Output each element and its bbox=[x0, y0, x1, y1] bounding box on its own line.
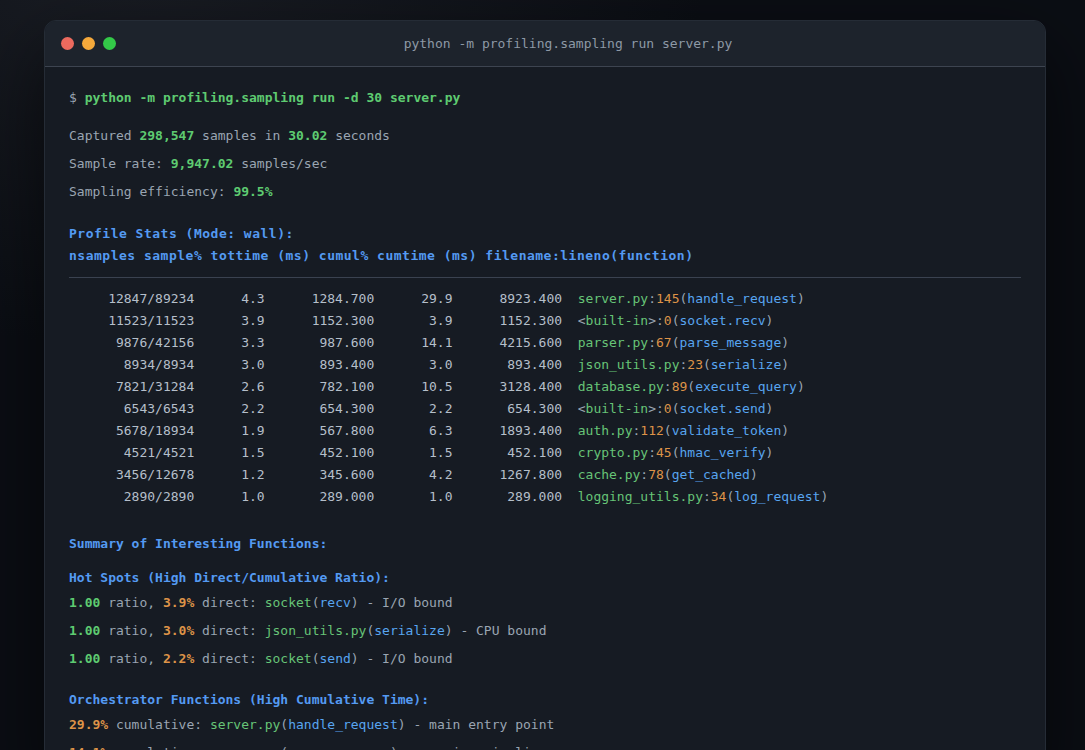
terminal-line: 4521/4521 1.5 452.100 1.5 452.100 crypto… bbox=[69, 442, 1021, 464]
terminal-line: 9876/42156 3.3 987.600 14.1 4215.600 par… bbox=[69, 332, 1021, 354]
summary-heading: Summary of Interesting Functions: bbox=[69, 533, 1021, 555]
terminal-line: nsamples sample% tottime (ms) cumul% cum… bbox=[69, 245, 1021, 267]
hotspots-list: 1.00 ratio, 3.9% direct: socket(recv) - … bbox=[69, 589, 1021, 673]
terminal-line: Sampling efficiency: 99.5% bbox=[69, 178, 1021, 206]
terminal-line: 1.00 ratio, 3.0% direct: json_utils.py(s… bbox=[69, 617, 1021, 645]
terminal-line: 6543/6543 2.2 654.300 2.2 654.300 <built… bbox=[69, 398, 1021, 420]
terminal-window: python -m profiling.sampling run server.… bbox=[44, 20, 1046, 750]
terminal-line: 12847/89234 4.3 1284.700 29.9 8923.400 s… bbox=[69, 288, 1021, 310]
terminal-line: Profile Stats (Mode: wall): bbox=[69, 223, 1021, 245]
minimize-button[interactable] bbox=[82, 37, 95, 50]
capture-stats: Captured 298,547 samples in 30.02 second… bbox=[69, 122, 1021, 206]
terminal-line: Summary of Interesting Functions: bbox=[69, 533, 1021, 555]
terminal-line: 2890/2890 1.0 289.000 1.0 289.000 loggin… bbox=[69, 486, 1021, 508]
terminal-titlebar: python -m profiling.sampling run server.… bbox=[45, 21, 1045, 67]
close-button[interactable] bbox=[61, 37, 74, 50]
zoom-button[interactable] bbox=[103, 37, 116, 50]
command-line: $ python -m profiling.sampling run -d 30… bbox=[69, 87, 1021, 109]
desktop-background: python -m profiling.sampling run server.… bbox=[0, 0, 1085, 750]
terminal-line: Hot Spots (High Direct/Cumulative Ratio)… bbox=[69, 567, 1021, 589]
terminal-content: $ python -m profiling.sampling run -d 30… bbox=[45, 67, 1045, 750]
orchestrators-list: 29.9% cumulative: server.py(handle_reque… bbox=[69, 711, 1021, 750]
terminal-line: 29.9% cumulative: server.py(handle_reque… bbox=[69, 711, 1021, 739]
profile-table: 12847/89234 4.3 1284.700 29.9 8923.400 s… bbox=[69, 288, 1021, 508]
terminal-line: 7821/31284 2.6 782.100 10.5 3128.400 dat… bbox=[69, 376, 1021, 398]
terminal-line: Captured 298,547 samples in 30.02 second… bbox=[69, 122, 1021, 150]
terminal-line: 5678/18934 1.9 567.800 6.3 1893.400 auth… bbox=[69, 420, 1021, 442]
terminal-line: 11523/11523 3.9 1152.300 3.9 1152.300 <b… bbox=[69, 310, 1021, 332]
terminal-line: 3456/12678 1.2 345.600 4.2 1267.800 cach… bbox=[69, 464, 1021, 486]
terminal-line: Orchestrator Functions (High Cumulative … bbox=[69, 689, 1021, 711]
terminal-line: 1.00 ratio, 3.9% direct: socket(recv) - … bbox=[69, 589, 1021, 617]
hotspots-heading: Hot Spots (High Direct/Cumulative Ratio)… bbox=[69, 567, 1021, 589]
terminal-line: 14.1% cumulative: parser.py(parse_messag… bbox=[69, 739, 1021, 750]
terminal-line: $ python -m profiling.sampling run -d 30… bbox=[69, 87, 1021, 109]
window-controls bbox=[45, 37, 116, 50]
profile-stats-heading: Profile Stats (Mode: wall):nsamples samp… bbox=[69, 223, 1021, 267]
terminal-line: Sample rate: 9,947.02 samples/sec bbox=[69, 150, 1021, 178]
orchestrators-heading: Orchestrator Functions (High Cumulative … bbox=[69, 689, 1021, 711]
window-title: python -m profiling.sampling run server.… bbox=[45, 36, 1045, 51]
terminal-line: 8934/8934 3.0 893.400 3.0 893.400 json_u… bbox=[69, 354, 1021, 376]
terminal-line: 1.00 ratio, 2.2% direct: socket(send) - … bbox=[69, 645, 1021, 673]
table-divider bbox=[69, 277, 1021, 278]
